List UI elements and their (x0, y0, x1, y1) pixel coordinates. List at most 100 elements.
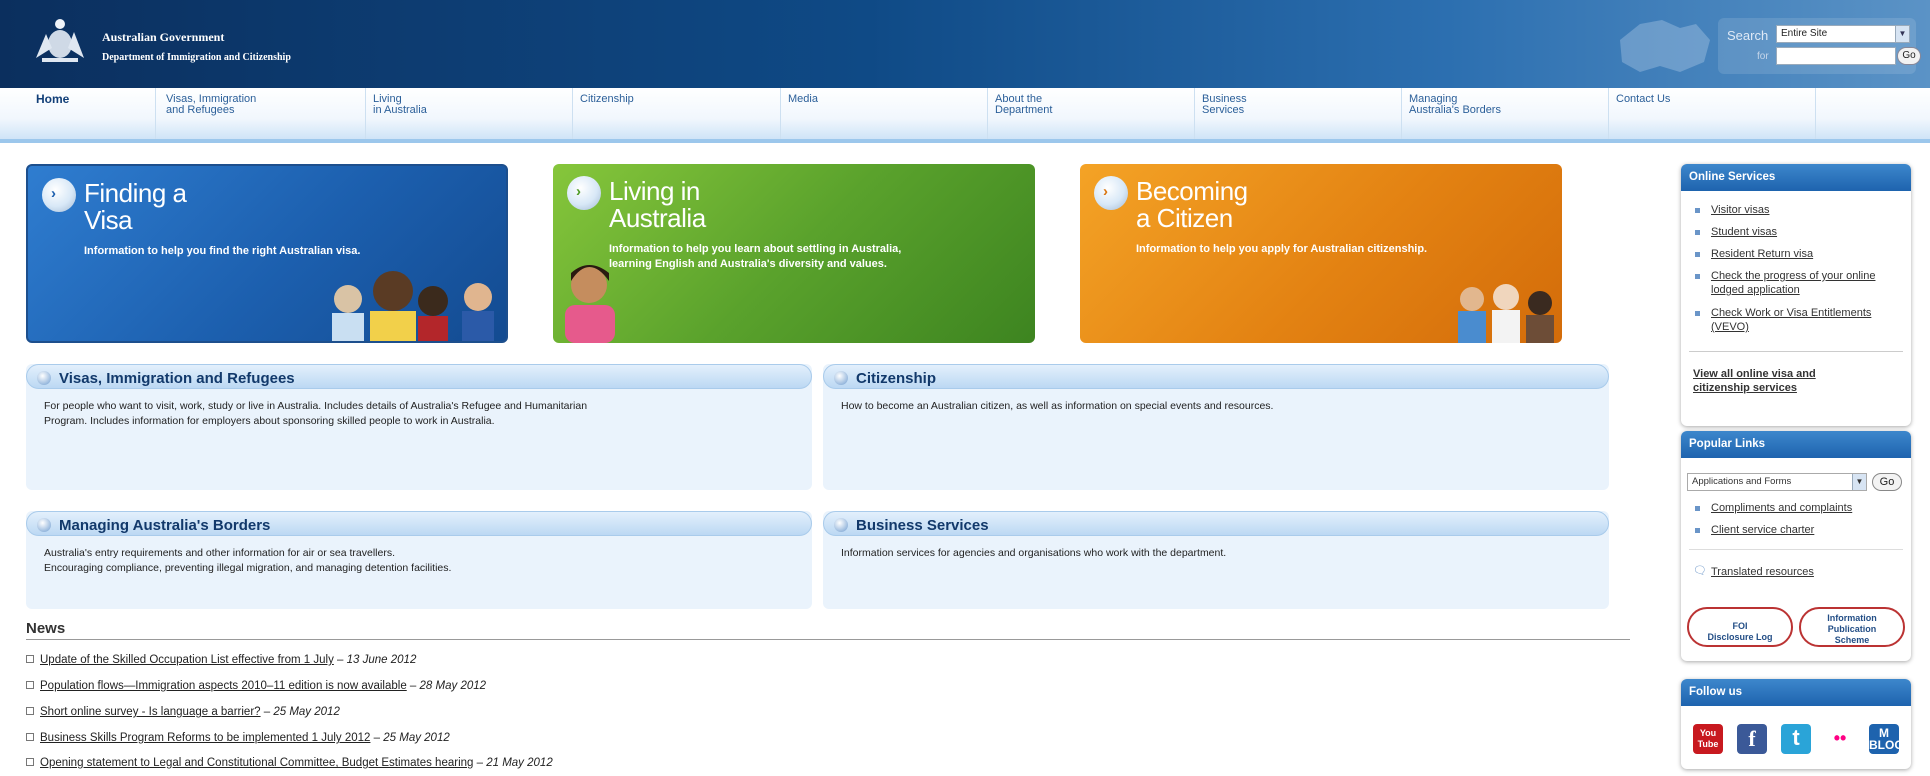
section-header[interactable]: Managing Australia's Borders (26, 511, 812, 536)
link-check-progress[interactable]: Check the progress of your online lodged… (1711, 269, 1875, 297)
nav-home[interactable]: Home (36, 93, 69, 105)
feature-description: Information to help you apply for Austra… (1136, 243, 1428, 255)
square-bullet-icon (26, 758, 34, 766)
select-arrow-icon: ▼ (1852, 474, 1866, 490)
news-item: Business Skills Program Reforms to be im… (26, 732, 450, 744)
woman-photo (565, 265, 615, 343)
section-title: Managing Australia's Borders (59, 517, 271, 534)
information-publication-scheme-badge[interactable]: Information Publication Scheme (1799, 607, 1905, 647)
link-student-visas[interactable]: Student visas (1711, 225, 1777, 239)
nav-contact[interactable]: Contact Us (1616, 94, 1670, 105)
arrow-circle-icon: › (42, 178, 76, 212)
section-title: Visas, Immigration and Refugees (59, 370, 295, 387)
news-date: 25 May 2012 (273, 706, 340, 718)
section-body: Australia's entry requirements and other… (44, 547, 452, 574)
nav-about[interactable]: About the Department (995, 94, 1052, 116)
nav-divider (1194, 88, 1195, 139)
popular-links-select[interactable]: Applications and Forms ▼ (1687, 473, 1867, 491)
news-link[interactable]: Update of the Skilled Occupation List ef… (40, 654, 334, 666)
nav-visas[interactable]: Visas, Immigration and Refugees (166, 94, 256, 116)
feature-finding-visa[interactable]: › Finding a Visa Information to help you… (26, 164, 508, 343)
select-arrow-icon: ▼ (1895, 26, 1909, 42)
people-photo (332, 271, 494, 341)
popular-links-box: Popular Links Applications and Forms ▼ G… (1681, 431, 1911, 661)
section-body: For people who want to visit, work, stud… (44, 400, 588, 427)
link-translated-resources[interactable]: Translated resources (1711, 565, 1814, 579)
feature-title: Living in Australia (609, 176, 706, 233)
nav-divider (987, 88, 988, 139)
news-item: Opening statement to Legal and Constitut… (26, 757, 553, 769)
nav-divider (1815, 88, 1816, 139)
link-client-service-charter[interactable]: Client service charter (1711, 523, 1814, 537)
online-services-title: Online Services (1681, 164, 1911, 191)
nav-divider (1401, 88, 1402, 139)
coat-of-arms-logo[interactable] (28, 14, 92, 66)
square-bullet-icon (26, 681, 34, 689)
foi-disclosure-log-badge[interactable]: FOI Disclosure Log (1687, 607, 1793, 647)
popular-go-button[interactable]: Go (1872, 473, 1902, 491)
feature-living-australia[interactable]: › Living in Australia Information to hel… (553, 164, 1035, 343)
news-item: Update of the Skilled Occupation List ef… (26, 654, 416, 666)
nav-borders[interactable]: Managing Australia's Borders (1409, 94, 1501, 116)
youtube-icon[interactable]: You Tube (1693, 724, 1723, 754)
link-visitor-visas[interactable]: Visitor visas (1711, 203, 1769, 217)
nav-divider (572, 88, 573, 139)
news-link[interactable]: Short online survey - Is language a barr… (40, 706, 261, 718)
divider (1689, 351, 1903, 352)
link-compliments-complaints[interactable]: Compliments and complaints (1711, 501, 1852, 515)
family-photo (1458, 284, 1554, 343)
link-vevo[interactable]: Check Work or Visa Entitlements (VEVO) (1711, 306, 1871, 334)
section-header[interactable]: Citizenship (823, 364, 1609, 389)
feature-title: Finding a Visa (84, 178, 187, 235)
news-link[interactable]: Opening statement to Legal and Constitut… (40, 757, 473, 769)
news-divider (26, 639, 1630, 640)
square-bullet-icon (26, 655, 34, 663)
news-link[interactable]: Population flows—Immigration aspects 201… (40, 680, 407, 692)
government-name: Australian Government (102, 30, 225, 44)
square-bullet-icon (26, 707, 34, 715)
section-header[interactable]: Visas, Immigration and Refugees (26, 364, 812, 389)
nav-media[interactable]: Media (788, 94, 818, 105)
blog-icon[interactable]: M BLOG (1869, 724, 1904, 754)
popular-links-title: Popular Links (1681, 431, 1911, 458)
australia-map-icon (1620, 20, 1710, 72)
search-label: Search (1727, 28, 1769, 43)
main-navigation: Home Visas, Immigration and Refugees Liv… (0, 88, 1930, 143)
chevron-bullet-icon (834, 518, 848, 532)
square-bullet-icon (1695, 506, 1700, 511)
arrow-circle-icon: › (567, 176, 601, 210)
flickr-icon[interactable]: •• (1825, 724, 1855, 754)
section-title: Business Services (856, 517, 989, 534)
section-body: How to become an Australian citizen, as … (841, 400, 1274, 412)
news-heading: News (26, 620, 66, 637)
online-services-box: Online Services Visitor visas Student vi… (1681, 164, 1911, 426)
chevron-bullet-icon (37, 371, 51, 385)
section-title: Citizenship (856, 370, 937, 387)
search-go-button[interactable]: Go (1897, 47, 1921, 65)
news-date: 25 May 2012 (383, 732, 450, 744)
section-visas-immigration: Visas, Immigration and Refugees For peop… (26, 364, 812, 490)
search-input[interactable] (1776, 47, 1896, 65)
link-resident-return-visa[interactable]: Resident Return visa (1711, 247, 1813, 261)
nav-divider (155, 88, 156, 139)
feature-becoming-citizen[interactable]: › Becoming a Citizen Information to help… (1080, 164, 1562, 343)
search-scope-select[interactable]: Entire Site ▼ (1776, 25, 1910, 43)
nav-citizenship[interactable]: Citizenship (580, 94, 634, 105)
square-bullet-icon (26, 733, 34, 741)
department-name: Department of Immigration and Citizenshi… (102, 52, 291, 63)
nav-living[interactable]: Living in Australia (373, 94, 427, 116)
nav-divider (780, 88, 781, 139)
section-body: Information services for agencies and or… (841, 547, 1227, 559)
square-bullet-icon (1695, 528, 1700, 533)
section-header[interactable]: Business Services (823, 511, 1609, 536)
link-view-all-online[interactable]: View all online visa and citizenship ser… (1693, 367, 1816, 395)
square-bullet-icon (1695, 230, 1700, 235)
nav-business[interactable]: Business Services (1202, 94, 1247, 116)
facebook-icon[interactable]: f (1737, 724, 1767, 754)
chevron-bullet-icon (37, 518, 51, 532)
popular-select-value: Applications and Forms (1692, 476, 1792, 487)
news-link[interactable]: Business Skills Program Reforms to be im… (40, 732, 370, 744)
twitter-icon[interactable]: t (1781, 724, 1811, 754)
news-date: 21 May 2012 (486, 757, 553, 769)
news-date: 13 June 2012 (346, 654, 417, 666)
